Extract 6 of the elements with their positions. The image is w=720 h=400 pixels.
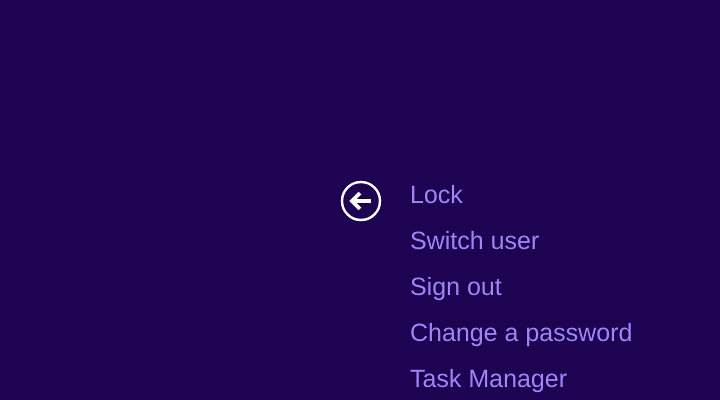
menu-item[interactable]: Switch user (410, 218, 540, 264)
menu-item[interactable]: Task Manager (410, 356, 568, 400)
menu-item[interactable]: Change a password (410, 310, 632, 356)
back-button[interactable] (340, 180, 382, 222)
menu-item[interactable]: Sign out (410, 264, 502, 310)
menu-item[interactable]: Lock (410, 172, 463, 218)
